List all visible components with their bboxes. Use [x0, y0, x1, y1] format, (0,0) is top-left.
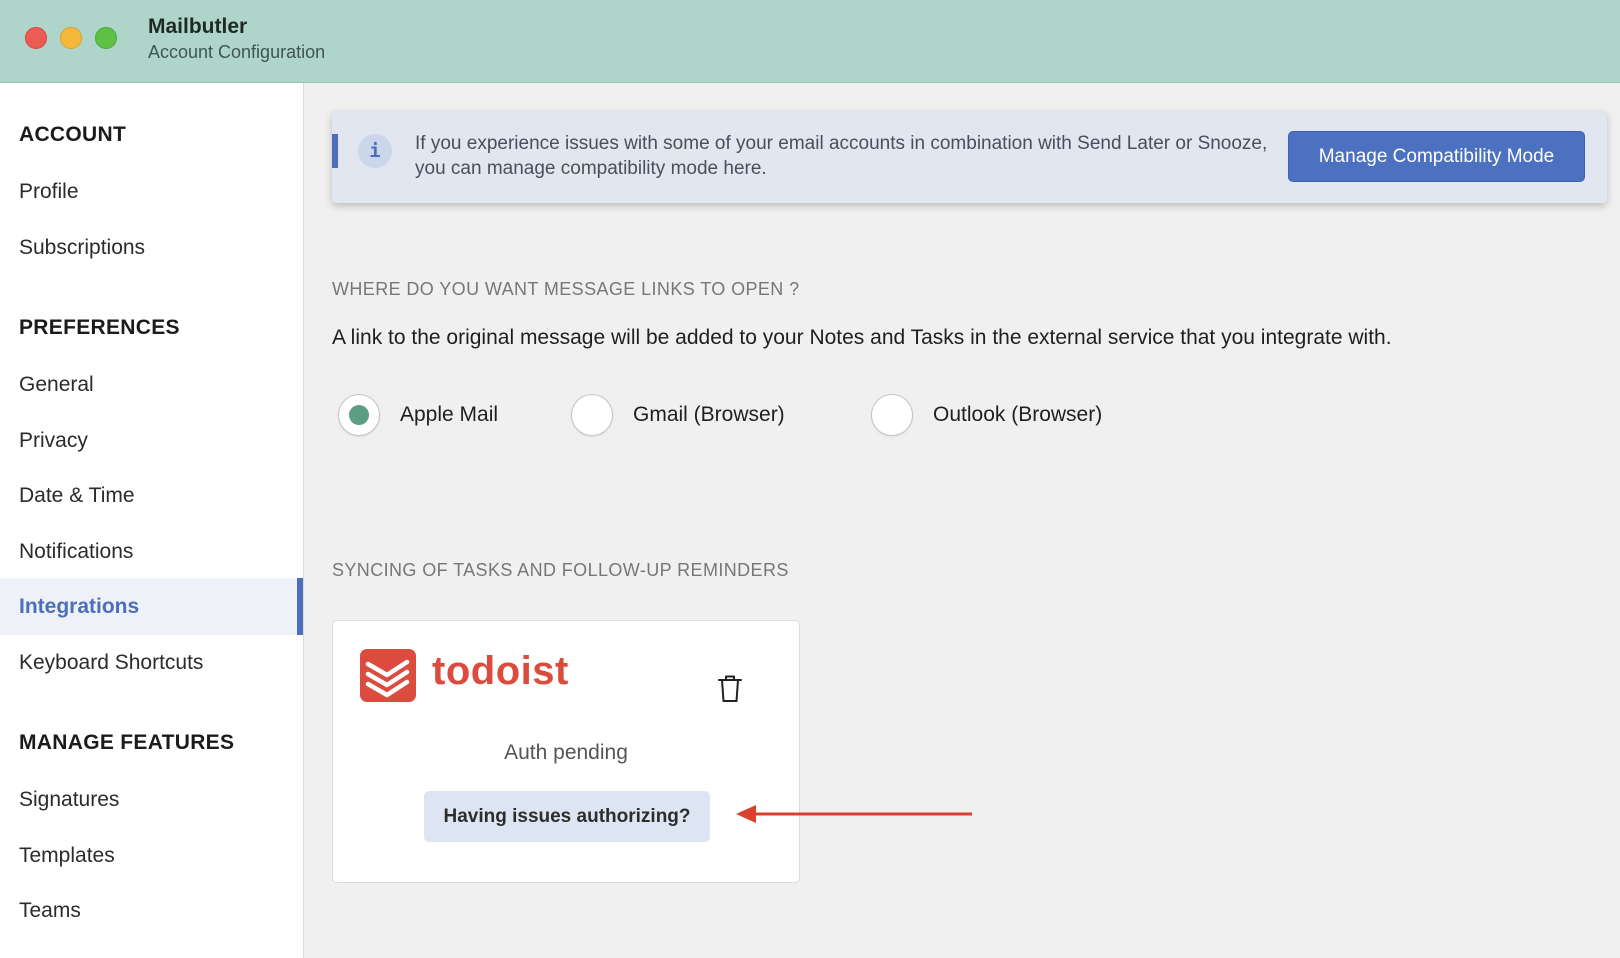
sidebar-item-date-time[interactable]: Date & Time	[0, 467, 303, 524]
sidebar-item-privacy[interactable]: Privacy	[0, 412, 303, 469]
sidebar-section-preferences: PREFERENCES	[19, 316, 180, 339]
having-issues-authorizing-button[interactable]: Having issues authorizing?	[424, 791, 710, 842]
radio-label-gmail: Gmail (Browser)	[633, 403, 785, 426]
radio-option-gmail[interactable]: Gmail (Browser)	[571, 393, 785, 437]
close-window-button[interactable]	[25, 27, 47, 49]
radio-option-apple-mail[interactable]: Apple Mail	[338, 393, 498, 437]
radio-option-outlook[interactable]: Outlook (Browser)	[871, 393, 1102, 437]
sidebar-item-templates[interactable]: Templates	[0, 827, 303, 884]
sidebar-item-profile[interactable]: Profile	[0, 163, 303, 220]
radio-button-apple-mail[interactable]	[338, 394, 380, 436]
sidebar-item-teams[interactable]: Teams	[0, 882, 303, 939]
annotation-arrow-icon	[736, 805, 972, 823]
app-title: Mailbutler	[148, 15, 248, 38]
info-icon: i	[358, 134, 392, 168]
sidebar-item-subscriptions[interactable]: Subscriptions	[0, 219, 303, 276]
radio-label-apple-mail: Apple Mail	[400, 403, 499, 426]
banner-text: If you experience issues with some of yo…	[415, 133, 1268, 179]
radio-button-outlook[interactable]	[871, 394, 913, 436]
banner-accent-bar	[332, 134, 338, 168]
radio-label-outlook: Outlook (Browser)	[933, 403, 1103, 426]
syncing-heading: SYNCING OF TASKS AND FOLLOW-UP REMINDERS	[332, 560, 789, 580]
message-links-description: A link to the original message will be a…	[332, 326, 1392, 349]
main-content: i If you experience issues with some of …	[304, 83, 1620, 958]
manage-compatibility-mode-button[interactable]: Manage Compatibility Mode	[1288, 131, 1585, 182]
compatibility-info-banner: i If you experience issues with some of …	[332, 111, 1607, 203]
title-bar: Mailbutler Account Configuration	[0, 0, 1620, 83]
sidebar-item-general[interactable]: General	[0, 356, 303, 413]
message-links-heading: WHERE DO YOU WANT MESSAGE LINKS TO OPEN …	[332, 279, 800, 299]
sidebar-section-manage-features: MANAGE FEATURES	[19, 731, 235, 754]
zoom-window-button[interactable]	[95, 27, 117, 49]
sidebar: ACCOUNT Profile Subscriptions PREFERENCE…	[0, 83, 304, 958]
todoist-logo-icon	[360, 649, 416, 702]
sidebar-item-integrations[interactable]: Integrations	[0, 578, 303, 635]
sidebar-item-signatures[interactable]: Signatures	[0, 771, 303, 828]
trash-icon[interactable]	[713, 671, 747, 705]
sidebar-item-keyboard-shortcuts[interactable]: Keyboard Shortcuts	[0, 634, 303, 691]
todoist-wordmark: todoist	[432, 649, 569, 693]
sidebar-section-account: ACCOUNT	[19, 123, 127, 146]
auth-status-text: Auth pending	[504, 741, 628, 764]
todoist-integration-card: todoist Auth pending Having issues autho…	[332, 620, 800, 883]
minimize-window-button[interactable]	[60, 27, 82, 49]
radio-button-gmail[interactable]	[571, 394, 613, 436]
window-subtitle: Account Configuration	[148, 42, 326, 62]
sidebar-item-notifications[interactable]: Notifications	[0, 523, 303, 580]
